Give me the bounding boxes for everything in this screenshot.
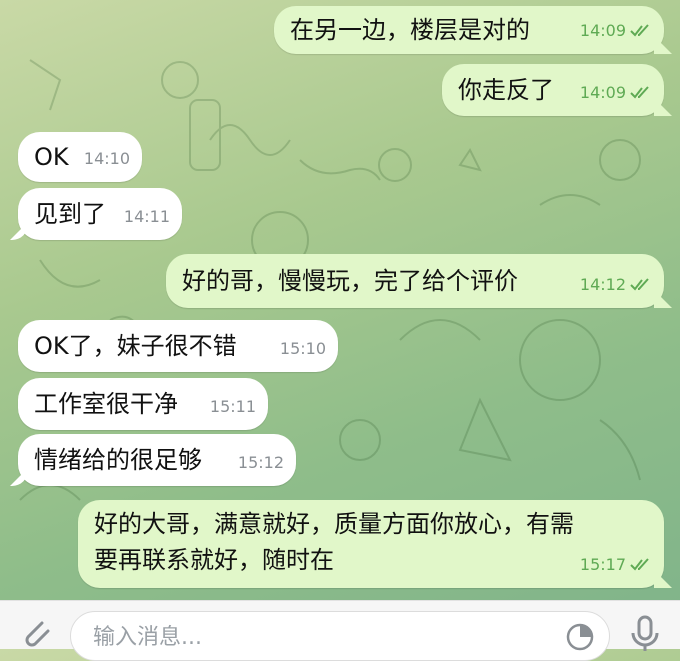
- message-bubble[interactable]: OK 14:10: [18, 132, 142, 182]
- message-bubble[interactable]: OK了，妹子很不错 15:10: [18, 320, 338, 372]
- message-time: 14:11: [123, 207, 170, 226]
- microphone-icon[interactable]: [628, 615, 662, 651]
- message-time: 15:10: [279, 339, 326, 358]
- message-bubble[interactable]: 好的哥，慢慢玩，完了给个评价 14:12: [166, 254, 664, 308]
- message-composer: [0, 600, 680, 661]
- message-meta: 15:17: [580, 548, 652, 582]
- message-meta: 14:09: [580, 14, 652, 48]
- message-list: 在另一边，楼层是对的 14:09 你走反了 14:09 OK 14:10 见到了…: [0, 0, 680, 600]
- message-bubble[interactable]: 见到了 14:11: [18, 188, 182, 240]
- message-meta: 15:11: [210, 390, 256, 424]
- message-time: 15:12: [237, 453, 284, 472]
- message-input[interactable]: [91, 624, 555, 651]
- message-meta: 14:10: [84, 142, 130, 176]
- message-text: 情绪给的很足够: [34, 446, 202, 474]
- double-check-icon: [630, 24, 649, 37]
- message-time: 14:10: [83, 149, 130, 168]
- message-text: 在另一边，楼层是对的: [290, 16, 530, 44]
- message-time: 14:09: [579, 21, 626, 40]
- message-bubble[interactable]: 在另一边，楼层是对的 14:09: [274, 6, 664, 54]
- message-text: 你走反了: [458, 76, 554, 104]
- message-text: OK: [34, 143, 69, 171]
- message-text: 好的哥，慢慢玩，完了给个评价: [182, 267, 518, 295]
- message-bubble[interactable]: 好的大哥，满意就好，质量方面你放心，有需 要再联系就好，随时在 15:17: [78, 500, 664, 588]
- message-meta: 14:11: [124, 200, 170, 234]
- double-check-icon: [630, 558, 649, 571]
- message-input-box[interactable]: [70, 611, 610, 661]
- double-check-icon: [630, 86, 649, 99]
- message-meta: 14:12: [580, 268, 652, 302]
- message-text: 见到了: [34, 200, 106, 228]
- message-meta: 15:10: [280, 332, 326, 366]
- message-time: 14:12: [579, 275, 626, 294]
- message-bubble[interactable]: 你走反了 14:09: [442, 64, 664, 116]
- message-time: 15:11: [209, 397, 256, 416]
- message-text: 工作室很干净: [34, 390, 178, 418]
- message-time: 15:17: [579, 555, 626, 574]
- double-check-icon: [630, 278, 649, 291]
- message-meta: 14:09: [580, 76, 652, 110]
- message-text-line-2: 要再联系就好，随时在: [94, 546, 334, 574]
- message-meta: 15:12: [238, 446, 284, 480]
- message-time: 14:09: [579, 83, 626, 102]
- message-bubble[interactable]: 情绪给的很足够 15:12: [18, 434, 296, 486]
- message-text-line-1: 好的大哥，满意就好，质量方面你放心，有需: [94, 510, 574, 538]
- message-text: OK了，妹子很不错: [34, 332, 237, 360]
- message-bubble[interactable]: 工作室很干净 15:11: [18, 378, 268, 430]
- attach-icon[interactable]: [18, 615, 54, 651]
